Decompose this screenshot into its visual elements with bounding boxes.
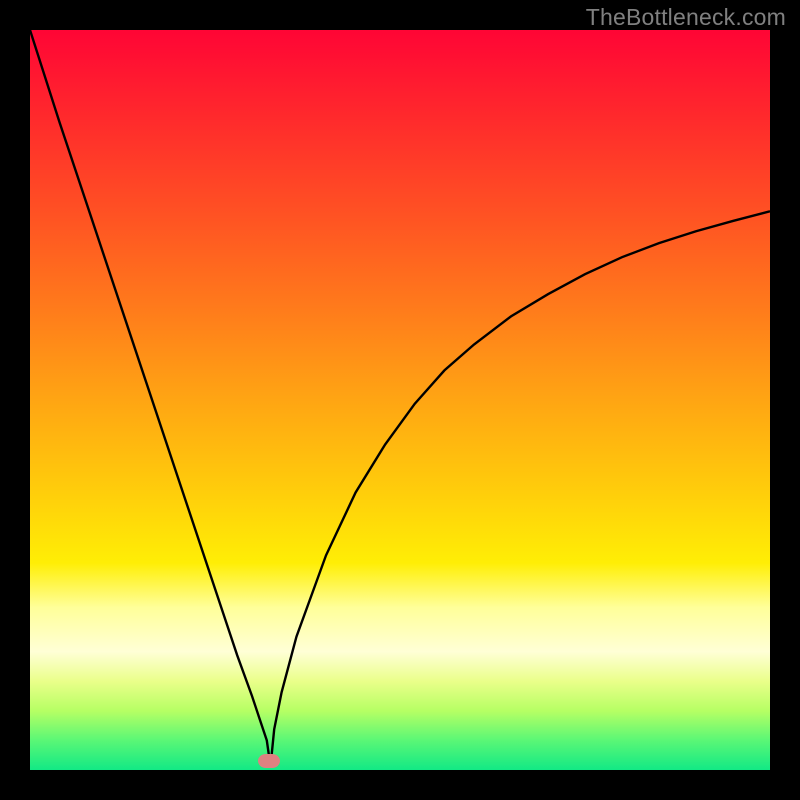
plot-svg — [30, 30, 770, 770]
plot-area — [30, 30, 770, 770]
gradient-background — [30, 30, 770, 770]
chart-frame: TheBottleneck.com — [0, 0, 800, 800]
attribution-text: TheBottleneck.com — [586, 4, 786, 31]
optimal-point-marker — [258, 754, 280, 768]
